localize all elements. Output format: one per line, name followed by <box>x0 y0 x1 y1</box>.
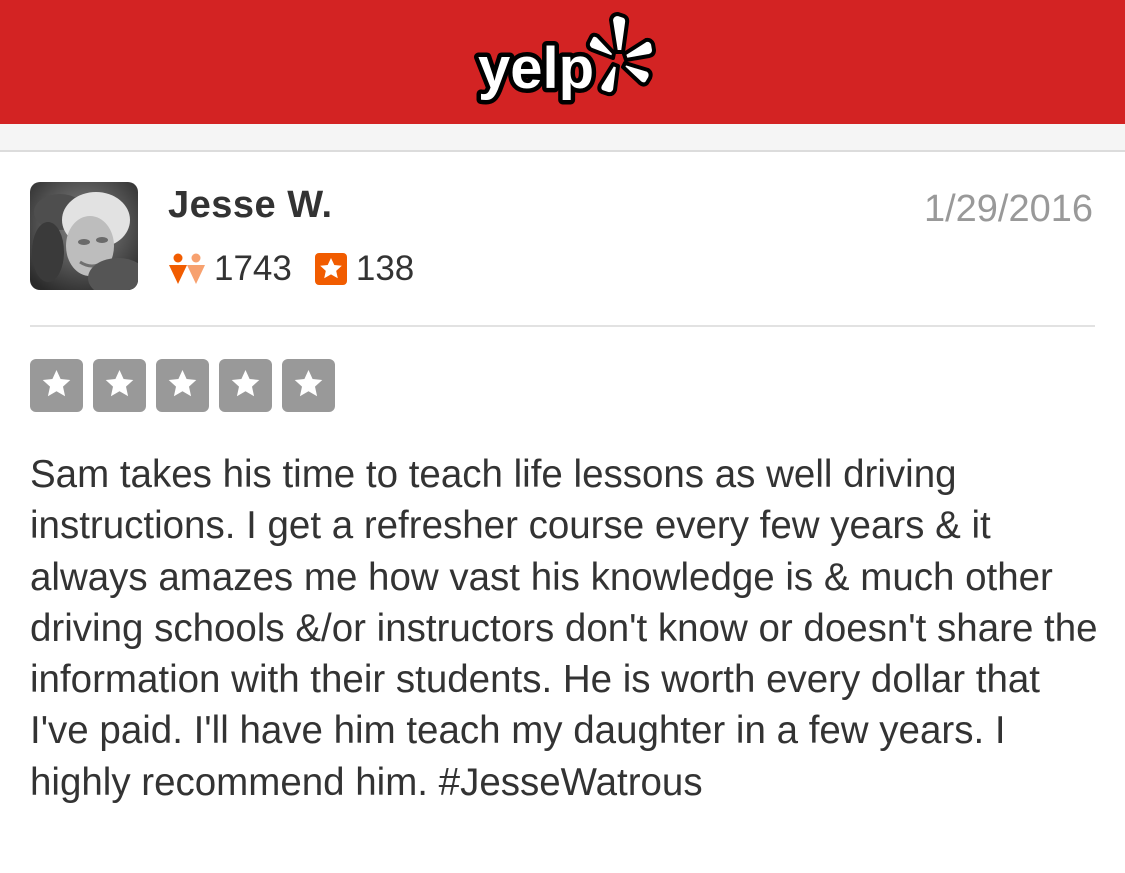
review-star-icon <box>314 253 347 285</box>
reviews-count: 138 <box>355 249 415 288</box>
friends-icon <box>169 253 205 284</box>
divider <box>30 325 1095 327</box>
star-icon <box>219 359 272 412</box>
friends-count: 1743 <box>214 249 292 288</box>
avatar[interactable] <box>30 182 138 290</box>
user-name[interactable]: Jesse W. <box>168 184 333 227</box>
yelp-logo[interactable]: yelp <box>470 10 660 110</box>
review-text: Sam takes his time to teach life lessons… <box>30 453 1098 804</box>
review-date: 1/29/2016 <box>923 188 1093 230</box>
star-rating <box>30 359 345 412</box>
star-icon <box>93 359 146 412</box>
header-subbar <box>0 124 1125 152</box>
avatar-photo <box>30 182 138 290</box>
user-stats: 1743 138 <box>168 248 436 290</box>
star-icon <box>282 359 335 412</box>
star-icon <box>156 359 209 412</box>
star-icon <box>30 359 83 412</box>
svg-text:yelp: yelp <box>478 36 594 101</box>
app-header: yelp <box>0 0 1125 124</box>
